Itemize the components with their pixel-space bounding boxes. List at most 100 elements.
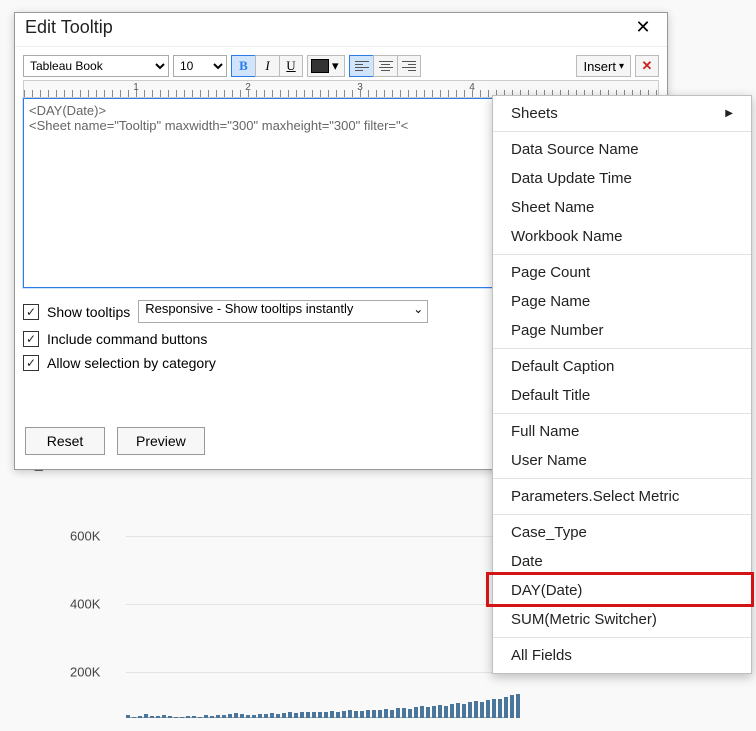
show-tooltips-label: Show tooltips <box>47 304 130 320</box>
menu-item-label: Page Number <box>511 322 604 339</box>
menu-item[interactable]: Page Name <box>493 287 751 316</box>
bar <box>408 709 412 718</box>
bar <box>516 694 520 718</box>
bar <box>312 712 316 718</box>
menu-separator <box>493 478 751 479</box>
format-toolbar: Tableau Book 10 B I U ▾ <box>15 47 667 80</box>
include-commands-checkbox[interactable]: ✓ <box>23 331 39 347</box>
bar <box>318 712 322 718</box>
menu-item[interactable]: Workbook Name <box>493 222 751 251</box>
menu-item[interactable]: Page Number <box>493 316 751 345</box>
tooltip-mode-select[interactable]: Responsive - Show tooltips instantly <box>138 300 428 323</box>
close-icon[interactable]: ✕ <box>629 17 657 38</box>
color-swatch-icon <box>311 59 329 73</box>
menu-separator <box>493 514 751 515</box>
bar <box>330 711 334 718</box>
bar <box>270 713 274 718</box>
menu-item[interactable]: All Fields <box>493 641 751 670</box>
bar <box>438 705 442 718</box>
bold-button[interactable]: B <box>231 55 255 77</box>
include-commands-label: Include command buttons <box>47 331 207 347</box>
bar <box>486 700 490 718</box>
bar <box>210 716 214 718</box>
menu-separator <box>493 637 751 638</box>
menu-item-label: Page Name <box>511 293 590 310</box>
menu-item[interactable]: SUM(Metric Switcher) <box>493 605 751 634</box>
bar <box>186 716 190 718</box>
font-color-button[interactable]: ▾ <box>307 55 345 77</box>
menu-item[interactable]: Full Name <box>493 417 751 446</box>
align-center-icon <box>379 61 393 71</box>
bar <box>504 697 508 718</box>
bar <box>366 710 370 718</box>
menu-separator <box>493 348 751 349</box>
insert-dropdown[interactable]: Insert ▾ <box>576 55 631 77</box>
bar <box>234 713 238 718</box>
menu-item[interactable]: Data Update Time <box>493 164 751 193</box>
menu-item[interactable]: Date <box>493 547 751 576</box>
menu-item-label: Page Count <box>511 264 590 281</box>
bar <box>324 712 328 718</box>
menu-item-label: Workbook Name <box>511 228 622 245</box>
menu-item-label: Case_Type <box>511 524 587 541</box>
align-right-button[interactable] <box>397 55 421 77</box>
bar <box>240 714 244 718</box>
preview-button[interactable]: Preview <box>117 427 205 455</box>
bar <box>288 712 292 718</box>
bar <box>258 714 262 718</box>
bar <box>354 711 358 718</box>
bar <box>300 712 304 718</box>
menu-item[interactable]: Sheets▶ <box>493 99 751 128</box>
bar <box>144 714 148 718</box>
menu-separator <box>493 254 751 255</box>
bar <box>450 704 454 718</box>
bar <box>474 701 478 718</box>
menu-item[interactable]: Data Source Name <box>493 135 751 164</box>
menu-item[interactable]: Default Caption <box>493 352 751 381</box>
menu-item[interactable]: Parameters.Select Metric <box>493 482 751 511</box>
insert-menu: Sheets▶ Data Source NameData Update Time S… <box>492 95 752 674</box>
menu-item[interactable]: Page Count <box>493 258 751 287</box>
bar <box>462 704 466 718</box>
reset-button[interactable]: Reset <box>25 427 105 455</box>
font-select[interactable]: Tableau Book <box>23 55 169 77</box>
bar <box>282 713 286 718</box>
align-right-icon <box>402 61 416 71</box>
ruler-mark: 4 <box>469 82 475 93</box>
menu-item-label: Sheet Name <box>511 199 594 216</box>
bar <box>156 716 160 718</box>
y-tick-label: 600K <box>70 529 78 544</box>
underline-button[interactable]: U <box>279 55 303 77</box>
bar <box>480 702 484 718</box>
bar <box>498 699 502 718</box>
italic-button[interactable]: I <box>255 55 279 77</box>
chart-region: Me 600K400K200K <box>14 472 506 730</box>
menu-item[interactable]: User Name <box>493 446 751 475</box>
chevron-down-icon: ▾ <box>332 58 339 74</box>
align-left-icon <box>355 61 369 71</box>
allow-selection-checkbox[interactable]: ✓ <box>23 355 39 371</box>
menu-item-label: Default Title <box>511 387 590 404</box>
font-size-select[interactable]: 10 <box>173 55 227 77</box>
bar <box>342 711 346 718</box>
menu-item[interactable]: DAY(Date) <box>493 576 751 605</box>
bar <box>378 710 382 718</box>
bar-series <box>126 694 520 718</box>
show-tooltips-checkbox[interactable]: ✓ <box>23 304 39 320</box>
bar <box>126 715 130 718</box>
y-tick-label: 400K <box>70 597 78 612</box>
menu-item-label: Default Caption <box>511 358 614 375</box>
menu-item[interactable]: Case_Type <box>493 518 751 547</box>
align-left-button[interactable] <box>349 55 373 77</box>
align-center-button[interactable] <box>373 55 397 77</box>
menu-item[interactable]: Sheet Name <box>493 193 751 222</box>
bar <box>252 715 256 718</box>
menu-item-label: All Fields <box>511 647 572 664</box>
bar <box>276 714 280 718</box>
menu-item[interactable]: Default Title <box>493 381 751 410</box>
bar <box>174 717 178 718</box>
clear-formatting-button[interactable]: ✕ <box>635 55 659 77</box>
dialog-title: Edit Tooltip <box>25 17 113 38</box>
submenu-arrow-icon: ▶ <box>725 108 733 119</box>
bar <box>492 699 496 718</box>
